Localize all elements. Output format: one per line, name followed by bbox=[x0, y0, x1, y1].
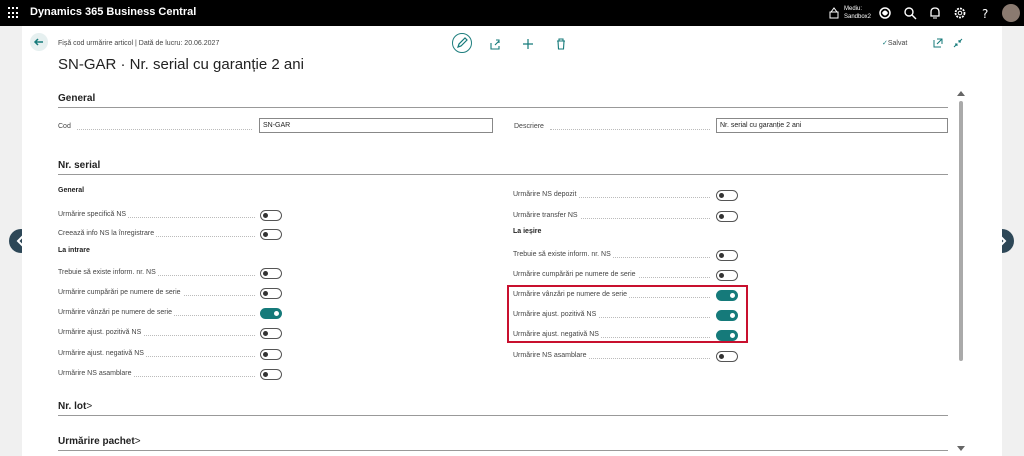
toggle-knob bbox=[274, 311, 279, 316]
section-divider bbox=[58, 107, 948, 108]
environment-icon bbox=[829, 7, 839, 19]
cod-label: Cod bbox=[58, 123, 73, 130]
app-title[interactable]: Dynamics 365 Business Central bbox=[30, 6, 196, 18]
toggle-label: Urmărire vânzări pe numere de serie bbox=[513, 291, 629, 298]
section-lot-heading[interactable]: Nr. lot> bbox=[58, 401, 92, 412]
section-divider bbox=[58, 415, 948, 416]
share-icon[interactable] bbox=[489, 38, 501, 50]
cod-field[interactable]: SN-GAR bbox=[259, 118, 493, 133]
toggle-knob bbox=[263, 352, 268, 357]
toggle-label: Urmărire specifică NS bbox=[58, 211, 129, 218]
toggle-knob bbox=[719, 273, 724, 278]
dotted-leader bbox=[550, 129, 710, 130]
svg-text:?: ? bbox=[982, 7, 988, 20]
toggle-label: Urmărire ajust. pozitivă NS bbox=[513, 311, 599, 318]
toggle-switch[interactable] bbox=[260, 328, 282, 339]
open-new-window-icon[interactable] bbox=[932, 37, 944, 49]
section-divider bbox=[58, 450, 948, 451]
record-card: Fișă cod urmărire articol | Dată de lucr… bbox=[22, 26, 1002, 456]
toggle-switch[interactable] bbox=[716, 290, 738, 301]
toggle-switch[interactable] bbox=[260, 210, 282, 221]
descriere-label: Descriere bbox=[514, 123, 546, 130]
toggle-knob bbox=[263, 372, 268, 377]
toggle-switch[interactable] bbox=[716, 351, 738, 362]
toggle-knob bbox=[719, 193, 724, 198]
chevron-right-icon: > bbox=[134, 436, 141, 447]
user-avatar[interactable] bbox=[1002, 4, 1020, 22]
toggle-label: Urmărire NS asamblare bbox=[58, 370, 134, 377]
toggle-label: Urmărire ajust. negativă NS bbox=[513, 331, 601, 338]
section-package-heading[interactable]: Urmărire pachet> bbox=[58, 436, 141, 447]
toggle-switch[interactable] bbox=[716, 330, 738, 341]
section-divider bbox=[58, 174, 948, 175]
help-icon[interactable]: ? bbox=[979, 6, 993, 20]
toggle-switch[interactable] bbox=[260, 288, 282, 299]
toggle-switch[interactable] bbox=[716, 211, 738, 222]
saved-status: ✓Salvat bbox=[882, 40, 908, 47]
toggle-knob bbox=[730, 333, 735, 338]
toggle-knob bbox=[719, 253, 724, 258]
notification-bell-icon[interactable] bbox=[928, 6, 942, 20]
toggle-knob bbox=[719, 214, 724, 219]
settings-gear-icon[interactable] bbox=[953, 6, 967, 20]
toggle-switch[interactable] bbox=[260, 308, 282, 319]
toggle-label: Urmărire vânzări pe numere de serie bbox=[58, 309, 174, 316]
scrollbar-thumb[interactable] bbox=[959, 101, 963, 361]
toggle-knob bbox=[730, 313, 735, 318]
scrollbar[interactable] bbox=[958, 96, 964, 361]
back-button[interactable] bbox=[30, 33, 48, 51]
page-title: SN-GAR · Nr. serial cu garanție 2 ani bbox=[58, 56, 304, 73]
toggle-label: Creează info NS la înregistrare bbox=[58, 230, 157, 237]
toggle-knob bbox=[730, 293, 735, 298]
toggle-label: Urmărire NS asamblare bbox=[513, 352, 589, 359]
toggle-label: Trebuie să existe inform. nr. NS bbox=[513, 251, 613, 258]
section-serial-heading[interactable]: Nr. serial bbox=[58, 160, 100, 171]
toggle-switch[interactable] bbox=[260, 369, 282, 380]
toggle-knob bbox=[263, 331, 268, 336]
chevron-right-icon: > bbox=[86, 401, 93, 412]
toggle-label: Urmărire cumpărări pe numere de serie bbox=[513, 271, 638, 278]
app-launcher-icon[interactable] bbox=[8, 7, 20, 19]
collapse-icon[interactable] bbox=[952, 37, 964, 49]
add-icon[interactable] bbox=[522, 38, 534, 50]
delete-icon[interactable] bbox=[555, 38, 567, 50]
copilot-icon[interactable] bbox=[878, 6, 892, 20]
toggle-label: Urmărire ajust. negativă NS bbox=[58, 350, 146, 357]
arrow-left-icon bbox=[33, 38, 43, 46]
toggle-switch[interactable] bbox=[716, 190, 738, 201]
toggle-knob bbox=[263, 232, 268, 237]
environment-text: Mediu: Sandbox2 bbox=[844, 6, 872, 20]
edit-button[interactable] bbox=[452, 33, 472, 53]
pencil-icon bbox=[457, 37, 468, 48]
toggle-switch[interactable] bbox=[260, 349, 282, 360]
top-bar: Dynamics 365 Business Central Mediu: Sand… bbox=[0, 0, 1024, 26]
toggle-switch[interactable] bbox=[716, 310, 738, 321]
toggle-label: Urmărire NS depozit bbox=[513, 191, 579, 198]
section-general-heading[interactable]: General bbox=[58, 93, 95, 104]
toggle-knob bbox=[263, 213, 268, 218]
toggle-switch[interactable] bbox=[716, 270, 738, 281]
toggle-label: Trebuie să existe inform. nr. NS bbox=[58, 269, 158, 276]
scroll-up-icon[interactable] bbox=[957, 90, 965, 96]
group-general-label: General bbox=[58, 187, 85, 194]
scroll-down-icon[interactable] bbox=[957, 446, 965, 452]
toggle-knob bbox=[719, 354, 724, 359]
toggle-switch[interactable] bbox=[716, 250, 738, 261]
search-icon[interactable] bbox=[903, 6, 917, 20]
group-la-intrare-label: La intrare bbox=[58, 247, 90, 254]
toggle-knob bbox=[263, 271, 268, 276]
toggle-switch[interactable] bbox=[260, 268, 282, 279]
toggle-label: Urmărire ajust. pozitivă NS bbox=[58, 329, 144, 336]
dotted-leader bbox=[77, 129, 252, 130]
breadcrumb: Fișă cod urmărire articol | Dată de lucr… bbox=[58, 40, 220, 47]
descriere-field[interactable]: Nr. serial cu garanție 2 ani bbox=[716, 118, 948, 133]
toggle-label: Urmărire transfer NS bbox=[513, 212, 580, 219]
toggle-switch[interactable] bbox=[260, 229, 282, 240]
toggle-label: Urmărire cumpărări pe numere de serie bbox=[58, 289, 183, 296]
toggle-knob bbox=[263, 291, 268, 296]
group-la-iesire-label: La ieșire bbox=[513, 228, 542, 235]
